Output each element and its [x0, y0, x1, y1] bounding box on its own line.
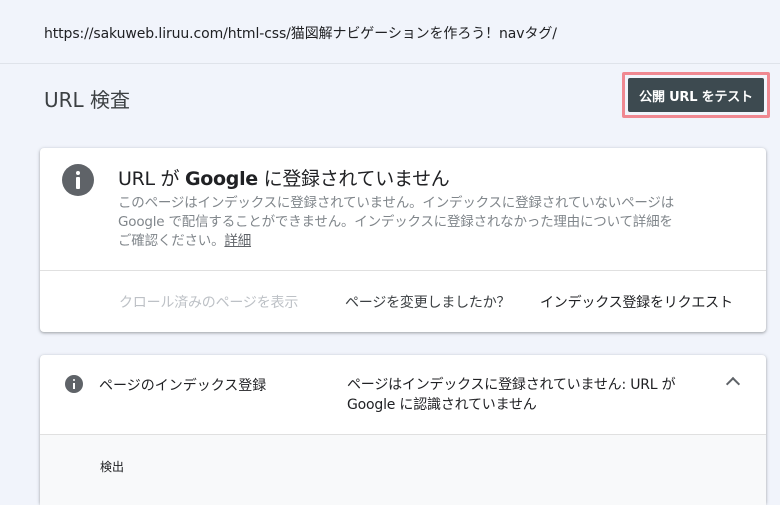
status-description-text: このページはインデックスに登録されていません。インデックスに登録されていないペー…	[118, 195, 675, 249]
url-status-card: URL が Google に登録されていません このページはインデックスに登録さ…	[40, 148, 766, 332]
status-title-suffix: に登録されていません	[257, 168, 450, 190]
url-bar: https://sakuweb.liruu.com/html-css/猫図解ナビ…	[0, 0, 780, 64]
details-link[interactable]: 詳細	[224, 233, 251, 249]
view-crawled-page-button[interactable]: クロール済みのページを表示	[119, 292, 298, 312]
test-button-highlight: 公開 URL をテスト	[622, 72, 770, 118]
test-live-url-button[interactable]: 公開 URL をテスト	[628, 78, 764, 112]
page-indexing-details: 検出	[40, 435, 766, 505]
info-icon	[65, 375, 83, 393]
status-title-brand: Google	[184, 168, 258, 190]
inspected-url: https://sakuweb.liruu.com/html-css/猫図解ナビ…	[44, 26, 557, 42]
divider	[40, 270, 766, 271]
status-title-prefix: URL が	[118, 168, 185, 190]
request-indexing-button[interactable]: インデックス登録をリクエスト	[540, 292, 733, 312]
page-indexing-label: ページのインデックス登録	[99, 378, 267, 394]
page-changed-question: ページを変更しましたか？	[345, 295, 511, 311]
page-indexing-card: ページのインデックス登録 ページはインデックスに登録されていません: URL が…	[40, 355, 766, 505]
page-indexing-status: ページはインデックスに登録されていません: URL が Google に認識され…	[347, 377, 676, 413]
status-title: URL が Google に登録されていません	[118, 164, 450, 191]
discovery-section-label: 検出	[100, 460, 125, 474]
chevron-up-icon[interactable]	[725, 376, 741, 392]
page-title: URL 検査	[44, 88, 131, 112]
status-description: このページはインデックスに登録されていません。インデックスに登録されていないペー…	[118, 194, 678, 251]
page-indexing-header[interactable]: ページのインデックス登録 ページはインデックスに登録されていません: URL が…	[40, 355, 766, 435]
info-icon	[62, 164, 94, 196]
